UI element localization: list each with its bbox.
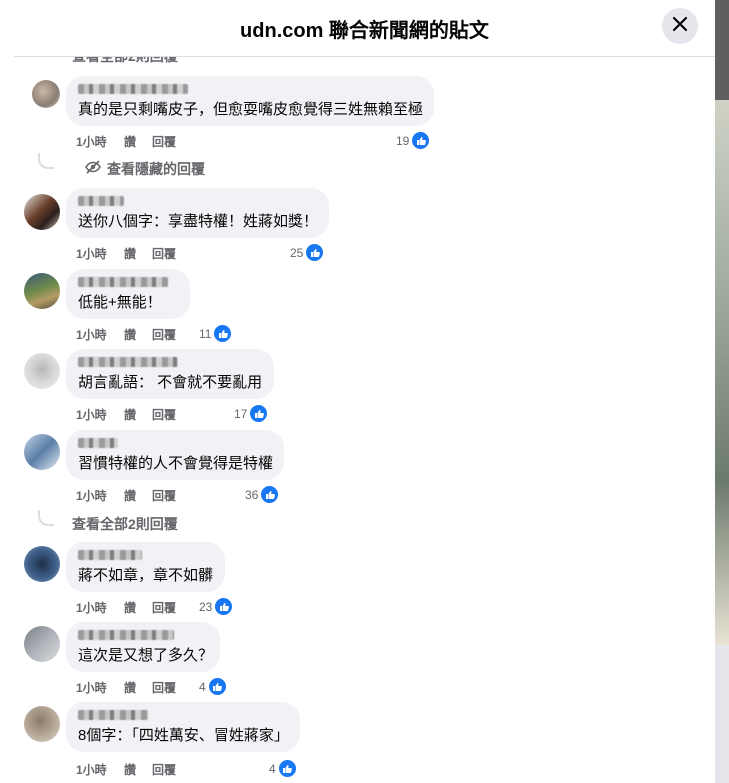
author-name-blurred[interactable] xyxy=(78,630,174,640)
reply-button[interactable]: 回覆 xyxy=(152,487,176,504)
like-count: 23 xyxy=(199,599,213,614)
author-name-blurred[interactable] xyxy=(78,196,124,206)
reaction-count[interactable]: 25 xyxy=(290,243,325,262)
background-left-strip xyxy=(0,0,14,783)
reply-button[interactable]: 回覆 xyxy=(152,245,176,262)
comment-bubble: 真的是只剩嘴皮子，但愈耍嘴皮愈覺得三姓無賴至極 xyxy=(66,76,434,126)
like-button[interactable]: 讚 xyxy=(124,487,136,504)
reply-button[interactable]: 回覆 xyxy=(152,599,176,616)
avatar[interactable] xyxy=(24,626,60,662)
comment-text: 真的是只剩嘴皮子，但愈耍嘴皮愈覺得三姓無賴至極 xyxy=(78,101,424,118)
comment-text: 送你八個字：享盡特權！姓蔣如獎！ xyxy=(78,213,319,230)
eye-slash-icon xyxy=(84,158,102,181)
comment-time[interactable]: 1小時 xyxy=(76,245,107,262)
comment-bubble: 低能+無能！ xyxy=(66,269,190,319)
reaction-count[interactable]: 4 xyxy=(269,759,297,778)
like-button[interactable]: 讚 xyxy=(124,245,136,262)
like-count: 17 xyxy=(234,406,248,421)
reaction-count[interactable]: 17 xyxy=(234,404,269,423)
thumbs-up-icon xyxy=(249,404,269,423)
avatar[interactable] xyxy=(24,273,60,309)
comment-text: 胡言亂語： 不會就不要亂用 xyxy=(78,374,263,391)
comment-bubble: 蔣不如章，章不如髒 xyxy=(66,542,225,592)
dialog-title: udn.com 聯合新聞網的貼文 xyxy=(240,20,489,42)
thumbs-up-icon xyxy=(213,324,233,343)
like-count: 11 xyxy=(199,326,212,341)
avatar[interactable] xyxy=(32,80,60,108)
like-button[interactable]: 讚 xyxy=(124,761,136,778)
reply-button[interactable]: 回覆 xyxy=(152,406,176,423)
post-dialog: 查看全部2則回覆 真的是只剩嘴皮子，但愈耍嘴皮愈覺得三姓無賴至極 1小時 讚 回… xyxy=(14,0,715,783)
comment-time[interactable]: 1小時 xyxy=(76,761,107,778)
avatar[interactable] xyxy=(24,194,60,230)
like-count: 4 xyxy=(269,761,276,776)
comments-scroll-area[interactable]: 查看全部2則回覆 真的是只剩嘴皮子，但愈耍嘴皮愈覺得三姓無賴至極 1小時 讚 回… xyxy=(14,0,715,783)
comment-text: 這次是又想了多久？ xyxy=(78,647,214,664)
reaction-count[interactable]: 23 xyxy=(199,597,234,616)
comment-time[interactable]: 1小時 xyxy=(76,406,107,423)
comment-text: 8個字：「四姓萬安、冒姓蔣家」 xyxy=(78,727,289,744)
like-button[interactable]: 讚 xyxy=(124,679,136,696)
comment-bubble: 這次是又想了多久？ xyxy=(66,622,220,672)
author-name-blurred[interactable] xyxy=(78,710,148,720)
thumbs-up-icon xyxy=(305,243,325,262)
author-name-blurred[interactable] xyxy=(78,84,188,94)
avatar[interactable] xyxy=(24,353,60,389)
comment-bubble: 習慣特權的人不會覺得是特權 xyxy=(66,430,284,480)
avatar[interactable] xyxy=(24,546,60,582)
like-count: 4 xyxy=(199,679,206,694)
comment-bubble: 8個字：「四姓萬安、冒姓蔣家」 xyxy=(66,702,300,752)
author-name-blurred[interactable] xyxy=(78,550,142,560)
thumbs-up-icon xyxy=(277,759,297,778)
dialog-header: udn.com 聯合新聞網的貼文 xyxy=(14,0,715,57)
comment-text: 低能+無能！ xyxy=(78,294,162,311)
comment-text: 習慣特權的人不會覺得是特權 xyxy=(78,455,274,472)
reply-button[interactable]: 回覆 xyxy=(152,326,176,343)
avatar[interactable] xyxy=(24,706,60,742)
avatar[interactable] xyxy=(24,434,60,470)
comment-time[interactable]: 1小時 xyxy=(76,679,107,696)
like-count: 19 xyxy=(396,133,410,148)
close-button[interactable] xyxy=(662,8,698,44)
reaction-count[interactable]: 4 xyxy=(199,677,227,696)
reply-button[interactable]: 回覆 xyxy=(152,679,176,696)
reaction-count[interactable]: 36 xyxy=(245,485,280,504)
comment-text: 蔣不如章，章不如髒 xyxy=(78,567,214,584)
like-button[interactable]: 讚 xyxy=(124,326,136,343)
reply-button[interactable]: 回覆 xyxy=(152,761,176,778)
comment-time[interactable]: 1小時 xyxy=(76,599,107,616)
close-icon xyxy=(672,16,688,37)
like-count: 25 xyxy=(290,245,304,260)
view-all-replies-link[interactable]: 查看全部2則回覆 xyxy=(72,514,178,534)
comment-bubble: 送你八個字：享盡特權！姓蔣如獎！ xyxy=(66,188,329,238)
author-name-blurred[interactable] xyxy=(78,438,118,448)
thread-connector xyxy=(38,510,54,526)
comment-time[interactable]: 1小時 xyxy=(76,487,107,504)
author-name-blurred[interactable] xyxy=(78,277,168,287)
comment-time[interactable]: 1小時 xyxy=(76,326,107,343)
view-hidden-replies-link[interactable]: 查看隱藏的回覆 xyxy=(107,159,205,179)
like-button[interactable]: 讚 xyxy=(124,406,136,423)
thumbs-up-icon xyxy=(260,485,280,504)
reaction-count[interactable]: 19 xyxy=(396,131,431,150)
author-name-blurred[interactable] xyxy=(78,357,178,367)
thumbs-up-icon xyxy=(214,597,234,616)
like-button[interactable]: 讚 xyxy=(124,599,136,616)
like-count: 36 xyxy=(245,487,259,502)
thread-connector xyxy=(38,153,54,169)
thumbs-up-icon xyxy=(207,677,227,696)
comment-time[interactable]: 1小時 xyxy=(76,133,107,150)
thumbs-up-icon xyxy=(411,131,431,150)
reaction-count[interactable]: 11 xyxy=(199,324,233,343)
comment-bubble: 胡言亂語： 不會就不要亂用 xyxy=(66,349,274,399)
reply-button[interactable]: 回覆 xyxy=(152,133,176,150)
like-button[interactable]: 讚 xyxy=(124,133,136,150)
